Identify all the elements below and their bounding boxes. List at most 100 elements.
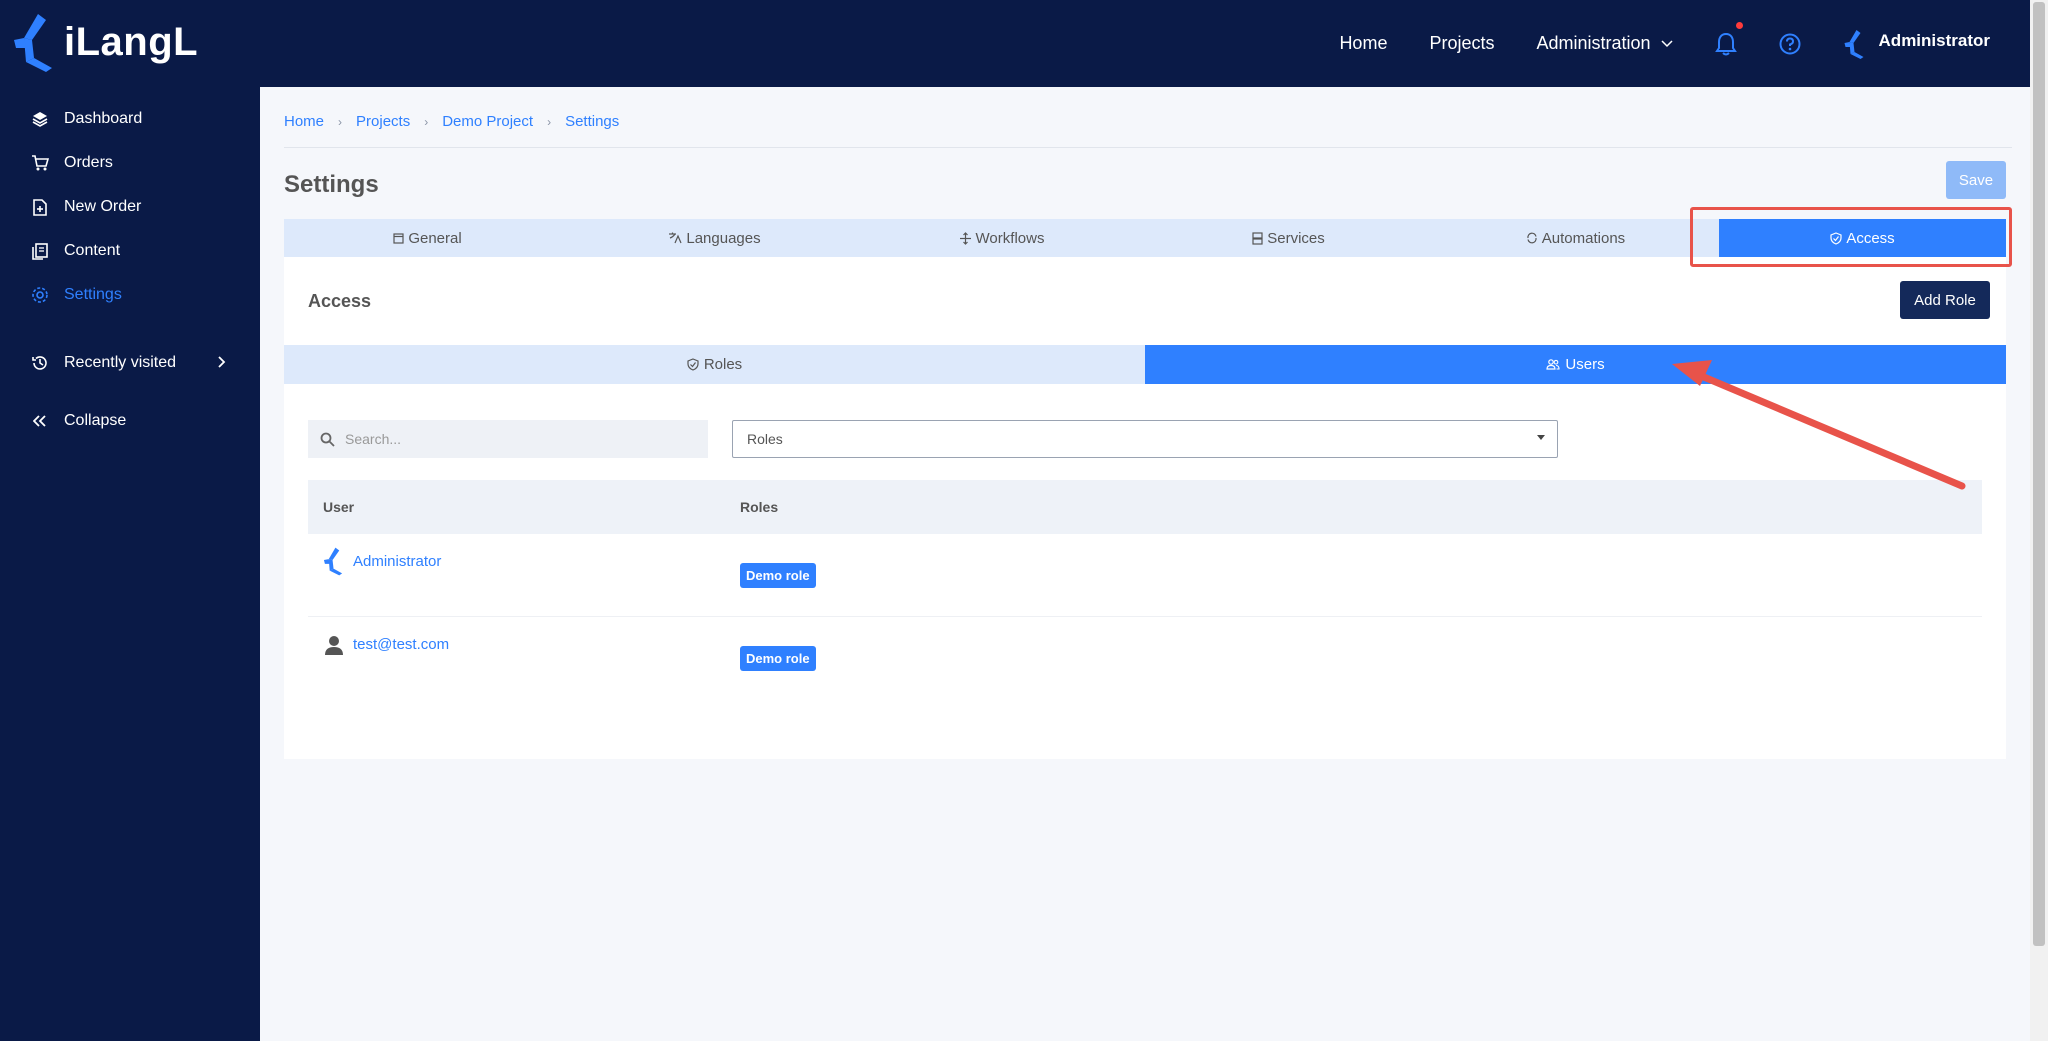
file-plus-icon — [30, 197, 50, 217]
user-cell: test@test.com — [308, 634, 740, 656]
user-name: Administrator — [1878, 30, 1990, 50]
user-cell: Administrator — [308, 546, 740, 576]
page-title: Settings — [284, 171, 379, 198]
breadcrumb-settings[interactable]: Settings — [565, 113, 619, 130]
app-name: iLangL — [64, 19, 199, 64]
roles-filter-select[interactable]: Roles — [732, 420, 1558, 458]
tab-workflows[interactable]: Workflows — [858, 219, 1145, 257]
sidebar-item-dashboard[interactable]: Dashboard — [0, 97, 260, 141]
column-header-roles: Roles — [740, 499, 779, 515]
double-chevron-left-icon — [30, 411, 50, 431]
help-button[interactable] — [1779, 33, 1801, 55]
add-role-button[interactable]: Add Role — [1900, 281, 1990, 319]
settings-tabs: General Languages Workflows Services Aut… — [284, 219, 2006, 257]
subtab-label: Roles — [703, 356, 743, 373]
chevron-right-icon: › — [547, 114, 552, 129]
sidebar-item-label: Dashboard — [64, 110, 143, 127]
search-input[interactable] — [345, 431, 685, 447]
roles-cell: Demo role — [740, 562, 1982, 588]
sidebar-item-content[interactable]: Content — [0, 229, 260, 273]
user-link[interactable]: Administrator — [353, 553, 441, 570]
move-icon — [959, 231, 972, 245]
scrollbar-thumb[interactable] — [2033, 2, 2045, 946]
divider — [284, 147, 2012, 148]
nav-administration[interactable]: Administration — [1536, 33, 1673, 54]
table-row: Administrator Demo role — [308, 534, 1982, 617]
help-circle-icon — [1779, 33, 1801, 54]
table-row: test@test.com Demo role — [308, 617, 1982, 700]
sidebar-item-label: Collapse — [64, 412, 127, 429]
user-menu[interactable]: Administrator — [1843, 29, 1990, 59]
sidebar-item-label: Recently visited — [64, 354, 177, 371]
roles-cell: Demo role — [740, 646, 1982, 671]
sidebar-item-label: New Order — [64, 198, 142, 215]
main-content: Home › Projects › Demo Project › Setting… — [260, 87, 2030, 1041]
ilangl-logo-icon — [14, 14, 52, 72]
documents-icon — [30, 241, 50, 261]
breadcrumb-projects[interactable]: Projects — [356, 113, 410, 130]
sidebar-item-label: Orders — [64, 154, 113, 171]
sidebar-collapse[interactable]: Collapse — [0, 399, 260, 443]
user-search[interactable] — [308, 420, 708, 458]
sidebar-item-new-order[interactable]: New Order — [0, 185, 260, 229]
bell-icon — [1714, 32, 1737, 55]
breadcrumb-home[interactable]: Home — [284, 113, 324, 130]
tab-access[interactable]: Access — [1719, 219, 2006, 257]
users-table: User Roles Administrator Demo role test@… — [308, 480, 1982, 700]
translate-icon — [668, 232, 682, 244]
sidebar-item-orders[interactable]: Orders — [0, 141, 260, 185]
person-icon — [325, 635, 343, 655]
breadcrumb: Home › Projects › Demo Project › Setting… — [284, 113, 619, 130]
cart-icon — [30, 153, 50, 173]
chevron-right-icon: › — [424, 114, 429, 129]
tab-services[interactable]: Services — [1145, 219, 1432, 257]
sidebar: Dashboard Orders New Order Content Setti… — [0, 87, 260, 1041]
refresh-icon — [1526, 232, 1538, 244]
role-badge: Demo role — [740, 562, 816, 588]
server-icon — [1252, 231, 1263, 245]
tab-automations[interactable]: Automations — [1432, 219, 1719, 257]
sidebar-item-recently-visited[interactable]: Recently visited — [0, 341, 260, 385]
user-avatar-icon — [1844, 29, 1864, 59]
top-nav: Home Projects Administration Administrat… — [1297, 0, 1990, 87]
chevron-down-icon — [1661, 37, 1673, 51]
tab-label: Automations — [1541, 229, 1626, 247]
app-logo[interactable]: iLangL — [12, 12, 198, 72]
gear-icon — [30, 285, 50, 305]
caret-down-icon — [1537, 435, 1545, 440]
access-subtabs: Roles Users — [284, 345, 2006, 384]
chevron-right-icon — [218, 355, 226, 371]
tab-label: General — [408, 229, 462, 247]
nav-projects[interactable]: Projects — [1429, 33, 1494, 54]
sidebar-item-label: Settings — [64, 286, 122, 303]
layers-icon — [30, 109, 50, 129]
users-icon — [1546, 359, 1560, 370]
breadcrumb-demo-project[interactable]: Demo Project — [442, 113, 533, 130]
shield-check-icon — [687, 358, 699, 371]
table-header: User Roles — [308, 480, 1982, 534]
role-badge: Demo role — [740, 646, 816, 671]
tab-general[interactable]: General — [284, 219, 571, 257]
save-button[interactable]: Save — [1946, 161, 2006, 199]
settings-card: General Languages Workflows Services Aut… — [284, 207, 2012, 759]
page-scrollbar[interactable] — [2030, 0, 2048, 1041]
notification-dot — [1735, 21, 1743, 29]
sidebar-item-settings[interactable]: Settings — [0, 273, 260, 317]
shield-check-icon — [1830, 231, 1842, 245]
tab-label: Services — [1267, 229, 1325, 247]
nav-home[interactable]: Home — [1339, 33, 1387, 54]
subtab-label: Users — [1565, 356, 1605, 373]
window-icon — [393, 232, 404, 244]
chevron-right-icon: › — [338, 114, 343, 129]
ilangl-logo-icon — [323, 547, 343, 576]
user-link[interactable]: test@test.com — [353, 636, 449, 653]
subtab-roles[interactable]: Roles — [284, 345, 1145, 384]
history-icon — [30, 353, 50, 373]
sidebar-item-label: Content — [64, 242, 121, 259]
tab-label: Access — [1846, 229, 1895, 247]
notifications-button[interactable] — [1714, 21, 1743, 56]
search-icon — [320, 432, 335, 447]
tab-languages[interactable]: Languages — [571, 219, 858, 257]
subtab-users[interactable]: Users — [1145, 345, 2006, 384]
top-bar: iLangL Home Projects Administration Admi… — [0, 0, 2030, 87]
